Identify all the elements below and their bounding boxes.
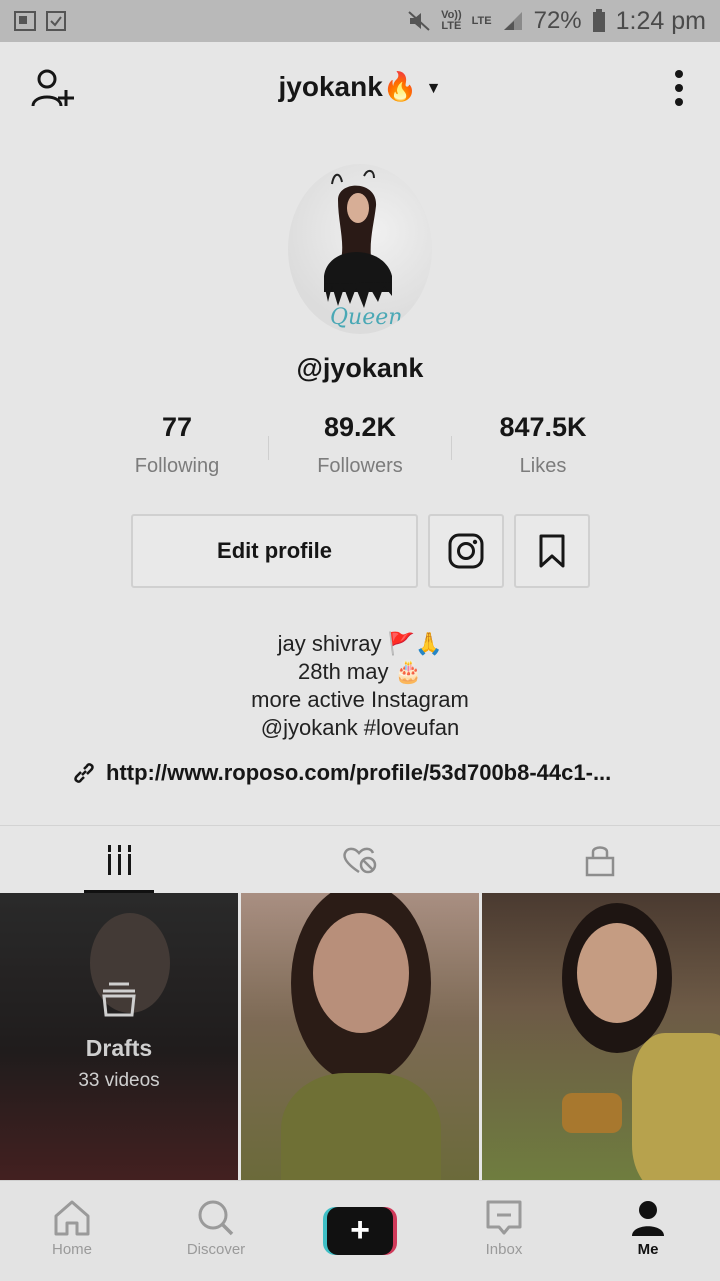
edit-profile-button[interactable]: Edit profile [131,514,418,588]
nav-home[interactable]: Home [0,1181,144,1281]
stat-followers[interactable]: 89.2K Followers [269,412,451,482]
video-grid: Drafts 33 videos [0,893,720,1180]
stat-value: 89.2K [323,412,397,442]
stat-following[interactable]: 77 Following [86,412,268,482]
bio-line: 28th may 🎂 [298,659,422,684]
bio-line: jay shivray 🚩🙏 [277,631,443,656]
lock-icon [585,846,615,877]
create-video-button[interactable]: + [323,1207,397,1255]
profile-actions: Edit profile [131,514,590,588]
hidden-heart-icon [343,847,377,874]
stat-label: Followers [317,455,403,477]
avatar[interactable]: Queen [288,164,432,334]
profile-link[interactable]: http://www.roposo.com/profile/53d700b8-4… [72,758,672,788]
favorites-button[interactable] [514,514,590,588]
screen-recorder-icon [14,11,36,31]
profile-link-text: http://www.roposo.com/profile/53d700b8-4… [106,760,612,785]
inbox-icon [486,1200,522,1235]
content-tabs [0,825,720,894]
profile-stats: 77 Following 89.2K Followers 847.5K Like… [86,412,634,482]
nav-create[interactable]: + [288,1181,432,1281]
stat-label: Following [134,455,220,477]
tab-liked[interactable] [240,826,480,894]
signal-icon [503,12,522,30]
nav-label: Discover [186,1241,246,1258]
avatar-image: Queen [324,170,402,330]
home-icon [54,1200,90,1236]
thumbnail-image [632,1033,720,1180]
nav-label: Me [637,1241,659,1258]
clock: 1:24 pm [615,6,706,35]
nav-label: Home [51,1241,92,1258]
more-options-icon[interactable] [674,70,684,106]
profile-handle: @jyokank [296,353,424,383]
bookmark-icon [539,534,565,568]
nav-label: Inbox [485,1241,523,1258]
drafts-title: Drafts [85,1035,153,1061]
thumbnail-image [281,1073,441,1180]
avatar-queen-text: Queen [330,305,402,330]
status-bar: Vo)) LTE LTE 72% 1:24 pm [0,0,720,42]
thumbnail-image [562,1093,622,1133]
username-title: jyokank🔥 [278,71,418,102]
nav-discover[interactable]: Discover [144,1181,288,1281]
stat-value: 847.5K [499,412,587,442]
volte-lte-text: LTE [441,20,462,32]
person-icon [632,1201,664,1236]
battery-percent: 72% [533,7,582,34]
chevron-down-icon: ▼ [425,79,442,97]
mute-icon [408,11,430,31]
account-switcher[interactable]: jyokank🔥 ▼ [0,70,720,103]
link-icon [74,763,94,783]
bio-line: more active Instagram [251,687,469,712]
stat-likes[interactable]: 847.5K Likes [452,412,634,482]
thumbnail-image [577,923,657,1023]
battery-icon [592,9,605,32]
drafts-count: 33 videos [78,1070,160,1091]
drafts-overlay: Drafts 33 videos [0,893,238,1180]
tab-private[interactable] [480,826,720,894]
bio-line: @jyokank #loveufan [260,715,460,740]
tab-videos[interactable] [0,826,240,894]
bottom-navigation: Home Discover + Inbox Me [0,1180,720,1281]
video-thumbnail[interactable] [482,893,720,1180]
video-thumbnail[interactable] [241,893,479,1180]
grid-icon [106,845,134,875]
plus-icon: + [327,1207,393,1255]
volte-indicator: Vo)) LTE [441,10,462,32]
profile-header: jyokank🔥 ▼ [0,42,720,132]
status-left [14,11,66,31]
drafts-box-icon [102,982,136,1017]
nav-inbox[interactable]: Inbox [432,1181,576,1281]
nav-me[interactable]: Me [576,1181,720,1281]
stat-label: Likes [519,455,567,477]
instagram-button[interactable] [428,514,504,588]
status-right: Vo)) LTE LTE 72% 1:24 pm [407,7,706,36]
drafts-tile[interactable]: Drafts 33 videos [0,893,238,1180]
instagram-icon [448,533,484,569]
thumbnail-image [313,913,409,1033]
lte-indicator: LTE [471,14,492,27]
checkbox-notification-icon [46,11,66,31]
search-icon [198,1200,234,1236]
profile-bio: jay shivray 🚩🙏 28th may 🎂 more active In… [0,630,720,742]
stat-value: 77 [161,412,193,442]
